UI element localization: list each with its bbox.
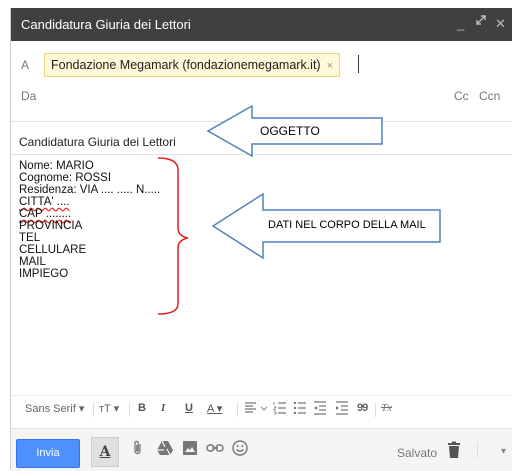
body-annotation-label: DATI NEL CORPO DELLA MAIL: [268, 219, 426, 231]
subject-annotation-label: OGGETTO: [260, 124, 320, 138]
body-brace: [157, 157, 189, 315]
annotation-overlay: [157, 104, 441, 315]
